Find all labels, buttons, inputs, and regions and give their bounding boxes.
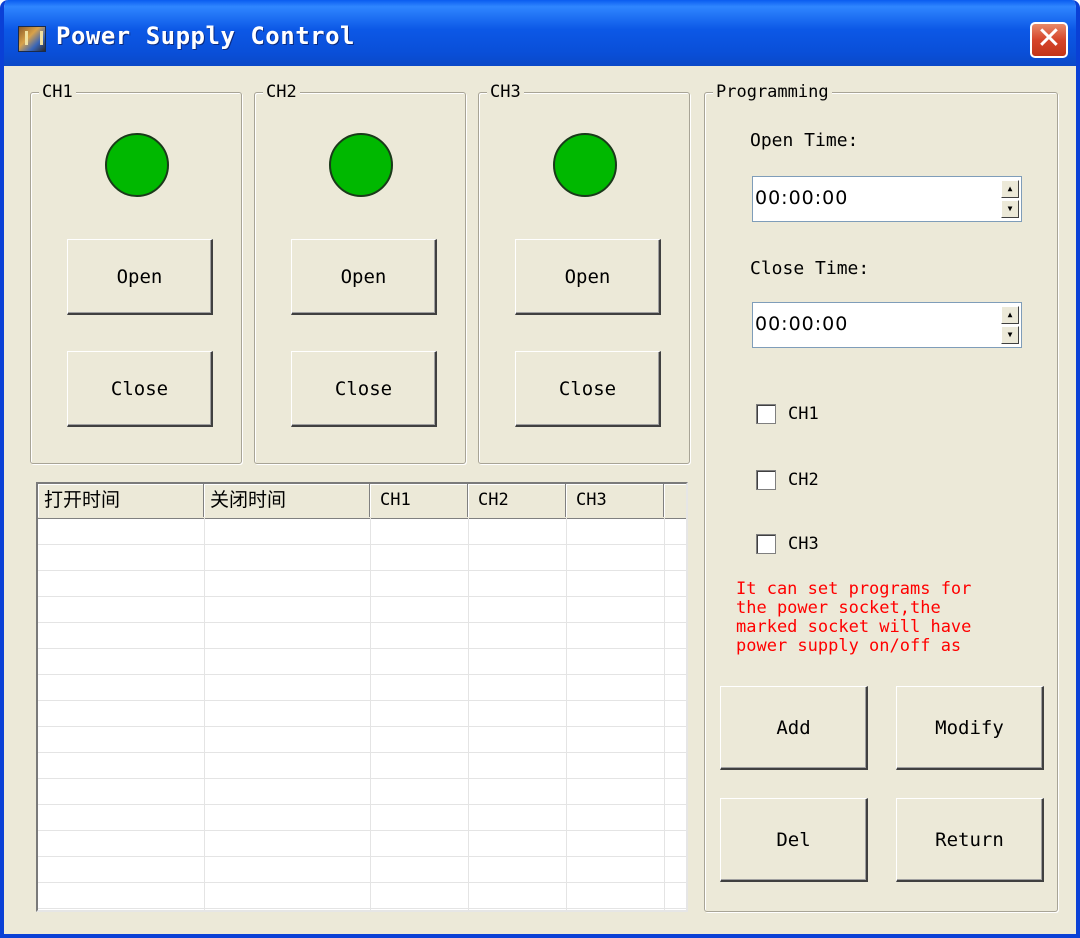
add-button[interactable]: Add [720, 686, 868, 770]
modify-button[interactable]: Modify [896, 686, 1044, 770]
table-grid-column-line [468, 518, 469, 910]
table-grid-column-line [566, 518, 567, 910]
ch3-open-button[interactable]: Open [515, 239, 661, 315]
table-grid-row-line [38, 674, 686, 675]
ch2-open-button[interactable]: Open [291, 239, 437, 315]
ch3-group-title: CH3 [487, 82, 524, 102]
column-header-ch1[interactable]: CH1 [370, 484, 468, 517]
window-title: Power Supply Control [56, 22, 355, 50]
programming-note: It can set programs for the power socket… [736, 579, 972, 656]
close-icon: ✕ [1036, 21, 1062, 56]
open-time-value[interactable]: 00:00:00 [755, 187, 848, 209]
close-time-label: Close Time: [750, 258, 870, 279]
table-grid-row-line [38, 700, 686, 701]
open-time-down-arrow-icon[interactable]: ▼ [1001, 200, 1019, 218]
ch1-checkbox[interactable] [756, 404, 776, 424]
close-time-picker[interactable]: 00:00:00 ▲ ▼ [752, 302, 1022, 348]
table-grid-row-line [38, 648, 686, 649]
schedule-table[interactable]: 打开时间 关闭时间 CH1 CH2 CH3 [36, 482, 688, 912]
close-time-down-arrow-icon[interactable]: ▼ [1001, 326, 1019, 344]
ch3-checkbox-label[interactable]: CH3 [788, 534, 819, 554]
open-time-picker[interactable]: 00:00:00 ▲ ▼ [752, 176, 1022, 222]
close-time-value[interactable]: 00:00:00 [755, 313, 848, 335]
ch2-group: CH2 Open Close [254, 82, 466, 464]
title-bar[interactable]: Power Supply Control ✕ [4, 0, 1076, 66]
ch1-checkbox-label[interactable]: CH1 [788, 404, 819, 424]
table-grid-column-line [204, 518, 205, 910]
column-header-ch2[interactable]: CH2 [468, 484, 566, 517]
open-time-up-arrow-icon[interactable]: ▲ [1001, 180, 1019, 198]
table-grid-row-line [38, 570, 686, 571]
ch1-status-led [105, 133, 169, 197]
table-grid-row-line [38, 908, 686, 909]
ch1-close-button[interactable]: Close [67, 351, 213, 427]
app-icon [18, 26, 46, 52]
table-grid-row-line [38, 596, 686, 597]
ch2-checkbox-label[interactable]: CH2 [788, 470, 819, 490]
column-header-open-time[interactable]: 打开时间 [38, 484, 204, 517]
table-grid-row-line [38, 752, 686, 753]
table-grid-row-line [38, 830, 686, 831]
table-grid-row-line [38, 882, 686, 883]
table-grid-row-line [38, 804, 686, 805]
del-button[interactable]: Del [720, 798, 868, 882]
column-header-filler [664, 484, 686, 517]
table-grid-row-line [38, 856, 686, 857]
close-window-button[interactable]: ✕ [1030, 22, 1068, 58]
ch3-checkbox[interactable] [756, 534, 776, 554]
table-header: 打开时间 关闭时间 CH1 CH2 CH3 [38, 484, 686, 519]
table-grid-row-line [38, 778, 686, 779]
table-grid-column-line [370, 518, 371, 910]
ch1-open-button[interactable]: Open [67, 239, 213, 315]
table-grid-column-line [664, 518, 665, 910]
table-grid-row-line [38, 544, 686, 545]
ch1-group-title: CH1 [39, 82, 76, 102]
ch3-status-led [553, 133, 617, 197]
table-grid-row-line [38, 726, 686, 727]
column-header-ch3[interactable]: CH3 [566, 484, 664, 517]
ch3-close-button[interactable]: Close [515, 351, 661, 427]
close-time-up-arrow-icon[interactable]: ▲ [1001, 306, 1019, 324]
ch2-group-title: CH2 [263, 82, 300, 102]
return-button[interactable]: Return [896, 798, 1044, 882]
ch1-group: CH1 Open Close [30, 82, 242, 464]
ch2-checkbox[interactable] [756, 470, 776, 490]
programming-group-title: Programming [713, 82, 832, 102]
table-grid-row-line [38, 622, 686, 623]
open-time-label: Open Time: [750, 130, 859, 151]
column-header-close-time[interactable]: 关闭时间 [204, 484, 370, 517]
power-supply-window: Power Supply Control ✕ CH1 Open Close CH… [0, 0, 1080, 938]
ch2-status-led [329, 133, 393, 197]
ch2-close-button[interactable]: Close [291, 351, 437, 427]
ch3-group: CH3 Open Close [478, 82, 690, 464]
